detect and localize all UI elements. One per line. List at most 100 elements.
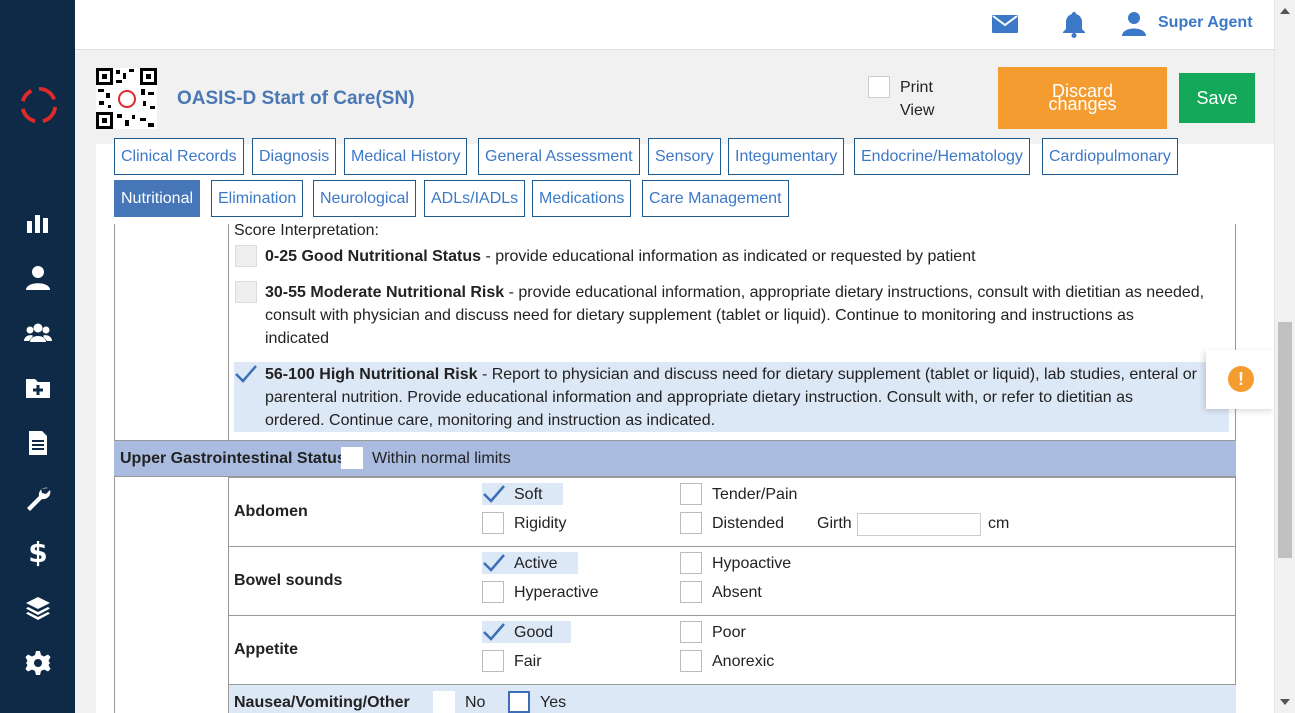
page-scrollbar[interactable]	[1274, 0, 1295, 713]
tab-elimination[interactable]: Elimination	[211, 180, 304, 217]
rigidity-label: Rigidity	[514, 515, 567, 532]
score-high-line3: ordered. Continue care, monitoring and i…	[265, 412, 716, 429]
abdomen-label: Abdomen	[234, 503, 308, 520]
hypoactive-label: Hypoactive	[712, 555, 792, 572]
notifications-bell-icon[interactable]	[1060, 10, 1090, 40]
save-button[interactable]: Save	[1179, 73, 1255, 123]
girth-unit-label: cm	[988, 515, 1010, 532]
score-moderate-desc: - provide educational information, appro…	[504, 284, 1205, 301]
qr-code-icon	[96, 68, 157, 129]
discard-changes-button[interactable]: Discard changes	[998, 67, 1167, 129]
tab-nutritional[interactable]: Nutritional	[114, 180, 201, 217]
score-high-text: 56-100 High Nutritional Risk - Report to…	[265, 363, 1225, 432]
anorexic-label: Anorexic	[712, 653, 775, 670]
team-icon[interactable]	[23, 318, 53, 348]
top-bar: Super Agent	[75, 0, 1274, 50]
form-title: OASIS-D Start of Care(SN)	[177, 88, 415, 109]
tab-diagnosis[interactable]: Diagnosis	[252, 138, 337, 175]
sidebar: $	[0, 0, 75, 713]
active-checkmark-icon[interactable]	[481, 552, 507, 574]
print-label-line2: View	[900, 102, 935, 119]
tab-medications[interactable]: Medications	[532, 180, 632, 217]
document-icon[interactable]	[23, 428, 53, 458]
print-view-label: Print View	[900, 76, 934, 122]
nausea-no-label: No	[465, 694, 486, 711]
distended-label: Distended	[712, 515, 785, 532]
tab-general-assessment[interactable]: General Assessment	[478, 138, 640, 175]
score-moderate-line2: consult with physician and discuss need …	[265, 307, 1134, 324]
score-moderate-text: 30-55 Moderate Nutritional Risk - provid…	[265, 281, 1204, 350]
within-normal-limits-checkbox[interactable]	[341, 447, 363, 469]
appetite-label: Appetite	[234, 641, 298, 658]
tab-care-management[interactable]: Care Management	[642, 180, 789, 217]
score-moderate-line3: indicated	[265, 330, 330, 347]
dashboard-chart-icon[interactable]	[23, 208, 53, 238]
hyperactive-label: Hyperactive	[514, 584, 599, 601]
scroll-up-arrow-icon[interactable]	[1280, 8, 1290, 14]
score-moderate-title: 30-55 Moderate Nutritional Risk	[265, 284, 505, 301]
form-header: OASIS-D Start of Care(SN) Print View Dis…	[75, 50, 1274, 144]
score-high-desc: - Report to physician and discuss need f…	[477, 366, 1197, 383]
nausea-yes-label: Yes	[540, 694, 567, 711]
score-high-checkmark-icon[interactable]	[233, 363, 259, 385]
tab-medical-history[interactable]: Medical History	[344, 138, 468, 175]
floating-alert-button[interactable]: !	[1206, 350, 1274, 409]
tab-sensory[interactable]: Sensory	[648, 138, 721, 175]
patient-icon[interactable]	[23, 263, 53, 293]
distended-checkbox[interactable]	[680, 512, 702, 534]
soft-checkmark-icon[interactable]	[481, 483, 507, 505]
good-label: Good	[514, 624, 554, 641]
billing-dollar-icon[interactable]: $	[23, 538, 53, 568]
girth-label: Girth	[817, 515, 852, 532]
hypoactive-checkbox[interactable]	[680, 552, 702, 574]
upper-gi-section-header: Upper Gastrointestinal Status Within nor…	[114, 440, 1236, 477]
good-checkmark-icon[interactable]	[481, 621, 507, 643]
scroll-down-arrow-icon[interactable]	[1280, 699, 1290, 705]
score-interpretation-title: Score Interpretation:	[234, 222, 379, 239]
rigidity-checkbox[interactable]	[482, 512, 504, 534]
fair-label: Fair	[514, 653, 542, 670]
girth-input[interactable]	[857, 513, 981, 536]
tab-endocrine-hematology[interactable]: Endocrine/Hematology	[854, 138, 1030, 175]
tender-pain-checkbox[interactable]	[680, 483, 702, 505]
nausea-yes-checkbox[interactable]	[508, 691, 530, 713]
wrench-icon[interactable]	[23, 483, 53, 513]
tab-cardiopulmonary[interactable]: Cardiopulmonary	[1042, 138, 1178, 175]
upper-gi-title: Upper Gastrointestinal Status	[120, 450, 346, 467]
mail-icon[interactable]	[991, 10, 1021, 40]
poor-label: Poor	[712, 624, 746, 641]
layers-icon[interactable]	[23, 593, 53, 623]
absent-checkbox[interactable]	[680, 581, 702, 603]
active-label: Active	[514, 555, 558, 572]
print-view-checkbox[interactable]	[868, 76, 890, 98]
absent-label: Absent	[712, 584, 762, 601]
bowel-sounds-label: Bowel sounds	[234, 572, 343, 589]
tab-adls-iadls[interactable]: ADLs/IADLs	[424, 180, 526, 217]
add-folder-icon[interactable]	[23, 373, 53, 403]
poor-checkbox[interactable]	[680, 621, 702, 643]
alert-exclamation-icon: !	[1228, 366, 1254, 392]
app-logo-icon[interactable]	[20, 86, 58, 124]
score-high-title: 56-100 High Nutritional Risk	[265, 366, 478, 383]
user-avatar-icon[interactable]	[1120, 10, 1150, 40]
score-good-title: 0-25 Good Nutritional Status	[265, 248, 482, 265]
nausea-no-checkbox[interactable]	[433, 691, 455, 713]
score-good-desc: - provide educational information as ind…	[481, 248, 976, 265]
tender-pain-label: Tender/Pain	[712, 486, 798, 503]
scrollbar-thumb[interactable]	[1278, 322, 1292, 558]
print-label-line1: Print	[900, 79, 933, 96]
score-moderate-checkbox[interactable]	[235, 281, 257, 303]
user-name[interactable]: Super Agent	[1158, 14, 1253, 32]
hyperactive-checkbox[interactable]	[482, 581, 504, 603]
score-good-checkbox[interactable]	[235, 245, 257, 267]
score-high-line2: parenteral nutrition. Provide educationa…	[265, 389, 1134, 406]
score-good-text: 0-25 Good Nutritional Status - provide e…	[265, 245, 976, 268]
tab-clinical-records[interactable]: Clinical Records	[114, 138, 244, 175]
nausea-label: Nausea/Vomiting/Other	[234, 694, 410, 711]
tab-neurological[interactable]: Neurological	[313, 180, 416, 217]
anorexic-checkbox[interactable]	[680, 650, 702, 672]
soft-label: Soft	[514, 486, 543, 503]
tab-integumentary[interactable]: Integumentary	[728, 138, 845, 175]
fair-checkbox[interactable]	[482, 650, 504, 672]
settings-gear-icon[interactable]	[23, 648, 53, 678]
